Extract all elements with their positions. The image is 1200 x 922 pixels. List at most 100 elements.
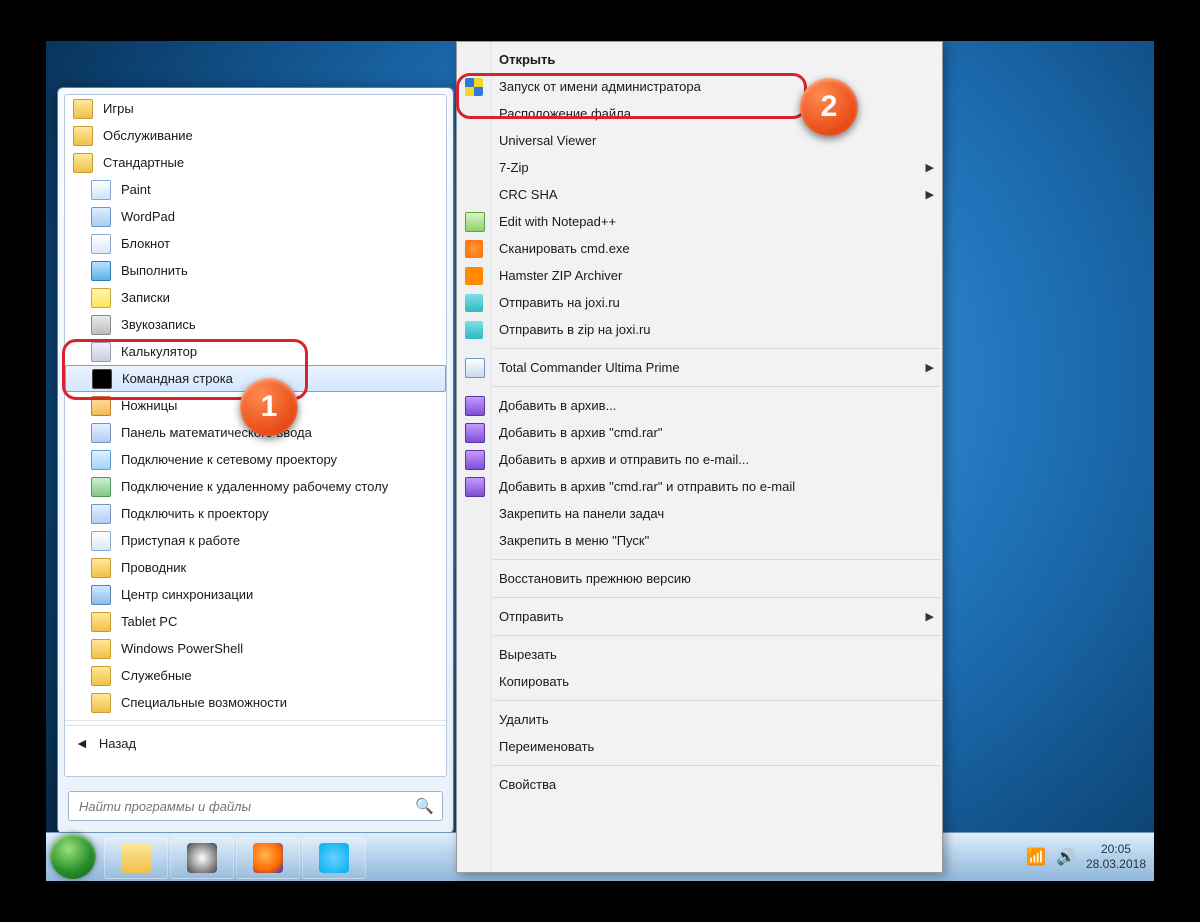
folder-icon [91,612,111,632]
ctx-7-Zip[interactable]: 7-Zip▶ [457,154,942,181]
program-Подключение к сетевому проектору[interactable]: Подключение к сетевому проектору [65,446,446,473]
folder-icon [91,639,111,659]
program-icon [91,315,111,335]
program-icon [91,234,111,254]
program-label: Калькулятор [121,344,197,359]
taskbar-buttons [104,837,366,877]
ctx-Hamster ZIP Archiver[interactable]: Hamster ZIP Archiver [457,262,942,289]
submenu-arrow-icon: ▶ [926,161,934,174]
ctx-CRC SHA[interactable]: CRC SHA▶ [457,181,942,208]
menu-item-label: Добавить в архив... [499,398,616,413]
program-Проводник[interactable]: Проводник [65,554,446,581]
folder-icon [73,99,93,119]
menu-item-label: Свойства [499,777,556,792]
ctx-Добавить в архив...[interactable]: Добавить в архив... [457,392,942,419]
taskbar-button-panda[interactable] [170,837,234,879]
ctx-Восстановить прежнюю версию[interactable]: Восстановить прежнюю версию [457,565,942,592]
separator [493,386,940,387]
program-icon [91,450,111,470]
start-button[interactable] [50,833,96,879]
ctx-Добавить в архив "cmd.rar"[interactable]: Добавить в архив "cmd.rar" [457,419,942,446]
menu-item-label: Вырезать [499,647,557,662]
clock-date: 28.03.2018 [1086,857,1146,872]
program-icon [92,369,112,389]
network-icon[interactable]: 📶 [1026,847,1046,867]
screen: ИгрыОбслуживаниеСтандартные Paint WordPad Б… [0,0,1200,922]
folder-Стандартные[interactable]: Стандартные [65,149,446,176]
taskbar-button-firefox[interactable] [236,837,300,879]
folder-Специальные возможности[interactable]: Специальные возможности [65,689,446,716]
program-Подключение к удаленному рабочему столу[interactable]: Подключение к удаленному рабочему столу [65,473,446,500]
menu-item-label: Universal Viewer [499,133,596,148]
menu-item-icon [465,212,485,232]
menu-item-label: Добавить в архив "cmd.rar" и отправить п… [499,479,795,494]
volume-icon[interactable]: 🔊 [1056,847,1076,867]
separator [493,700,940,701]
program-label: Центр синхронизации [121,587,253,602]
folder-Tablet PC[interactable]: Tablet PC [65,608,446,635]
ctx-Добавить в архив "cmd.rar" и отправить по e-mail[interactable]: Добавить в архив "cmd.rar" и отправить п… [457,473,942,500]
menu-item-icon [465,294,483,312]
program-Paint[interactable]: Paint [65,176,446,203]
program-WordPad[interactable]: WordPad [65,203,446,230]
ctx-Добавить в архив и отправить по e-mail...[interactable]: Добавить в архив и отправить по e-mail..… [457,446,942,473]
ctx-Сканировать cmd.exe[interactable]: Сканировать cmd.exe [457,235,942,262]
ctx-Открыть[interactable]: Открыть [457,46,942,73]
divider [65,720,446,721]
ctx-Закрепить на панели задач[interactable]: Закрепить на панели задач [457,500,942,527]
program-Звукозапись[interactable]: Звукозапись [65,311,446,338]
menu-item-label: Открыть [499,52,555,67]
clock[interactable]: 20:05 28.03.2018 [1086,842,1146,872]
ctx-Закрепить в меню "Пуск"[interactable]: Закрепить в меню "Пуск" [457,527,942,554]
program-Выполнить[interactable]: Выполнить [65,257,446,284]
program-icon [91,180,111,200]
search-icon: 🔍 [415,797,434,815]
folder-Служебные[interactable]: Служебные [65,662,446,689]
ctx-Отправить на joxi.ru[interactable]: Отправить на joxi.ru [457,289,942,316]
separator [493,765,940,766]
ctx-Отправить[interactable]: Отправить▶ [457,603,942,630]
separator [493,635,940,636]
program-label: Блокнот [121,236,170,251]
taskbar-button-skype[interactable] [302,837,366,879]
menu-item-label: Запуск от имени администратора [499,79,701,94]
program-Приступая к работе[interactable]: Приступая к работе [65,527,446,554]
folder-Игры[interactable]: Игры [65,95,446,122]
taskbar-button-explorer[interactable] [104,837,168,879]
folder-icon [91,666,111,686]
ctx-Копировать[interactable]: Копировать [457,668,942,695]
separator [493,597,940,598]
program-Центр синхронизации[interactable]: Центр синхронизации [65,581,446,608]
ctx-Отправить в zip на joxi.ru[interactable]: Отправить в zip на joxi.ru [457,316,942,343]
ctx-Удалить[interactable]: Удалить [457,706,942,733]
ctx-Переименовать[interactable]: Переименовать [457,733,942,760]
ctx-Запуск от имени администратора[interactable]: Запуск от имени администратора [457,73,942,100]
menu-item-label: Отправить в zip на joxi.ru [499,322,651,337]
submenu-arrow-icon: ▶ [926,361,934,374]
menu-item-label: Отправить [499,609,563,624]
program-Записки[interactable]: Записки [65,284,446,311]
program-Калькулятор[interactable]: Калькулятор [65,338,446,365]
search-input[interactable] [77,798,415,815]
folder-label: Windows PowerShell [121,641,243,656]
menu-item-label: Добавить в архив и отправить по e-mail..… [499,452,749,467]
menu-item-icon [465,450,485,470]
ctx-Расположение файла[interactable]: Расположение файла [457,100,942,127]
program-Блокнот[interactable]: Блокнот [65,230,446,257]
ctx-Total Commander Ultima Prime[interactable]: Total Commander Ultima Prime ▶ [457,354,942,381]
separator [493,559,940,560]
ctx-Edit with Notepad++[interactable]: Edit with Notepad++ [457,208,942,235]
ctx-Свойства[interactable]: Свойства [457,771,942,798]
back-button[interactable]: ◄ Назад [65,725,446,760]
menu-item-label: Total Commander Ultima Prime [499,360,680,375]
menu-item-label: CRC SHA [499,187,558,202]
program-icon [91,423,111,443]
ctx-Universal Viewer[interactable]: Universal Viewer [457,127,942,154]
ctx-Вырезать[interactable]: Вырезать [457,641,942,668]
program-Подключить к проектору[interactable]: Подключить к проектору [65,500,446,527]
search-box[interactable]: 🔍 [68,791,443,821]
folder-Обслуживание[interactable]: Обслуживание [65,122,446,149]
program-label: Paint [121,182,151,197]
folder-label: Специальные возможности [121,695,287,710]
folder-Windows PowerShell[interactable]: Windows PowerShell [65,635,446,662]
